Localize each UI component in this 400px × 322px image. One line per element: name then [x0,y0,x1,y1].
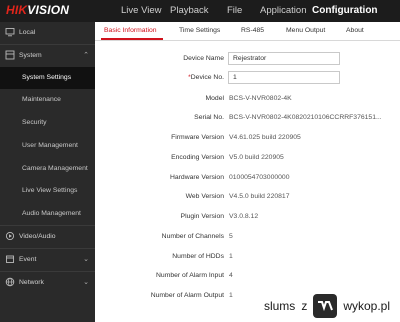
sidebar-subitem-maintenance[interactable]: Maintenance [0,89,95,111]
hikvision-logo: HIKVISION [6,3,69,17]
hardware-version-label: Hardware Version [169,174,224,181]
logo-white-part: VISION [27,3,70,17]
wykop-logo-icon [313,294,338,318]
device-no-input[interactable] [228,71,340,84]
number-of-alarm-output-label: Number of Alarm Output [150,292,224,299]
nav-playback[interactable]: Playback [170,5,209,16]
number-of-hdds-label: Number of HDDs [172,253,224,260]
number-of-channels-label: Number of Channels [161,233,224,240]
top-navigation-bar: HIKVISION Live View Playback File Applic… [0,0,400,22]
web-version-value: V4.5.0 build 220817 [229,193,290,200]
encoding-version-value: V5.0 build 220905 [229,154,284,161]
device-name-label: Device Name [183,55,224,62]
sidebar-subitem-label: Maintenance [22,96,61,103]
watermark-user: slums [263,299,296,313]
sidebar-subitem-security[interactable]: Security [0,112,95,134]
chevron-down-icon: ⌄ [83,256,89,263]
device-name-input[interactable] [228,52,340,65]
tab-rs-485[interactable]: RS-485 [241,27,264,34]
sidebar-item-label: Network [19,279,44,286]
device-no-label: Device No. [190,74,224,81]
tab-time-settings[interactable]: Time Settings [179,27,220,34]
model-label: Model [205,95,224,102]
plugin-version-label: Plugin Version [180,213,224,220]
nav-application[interactable]: Application [260,5,306,16]
sidebar-subitem-user-management[interactable]: User Management [0,135,95,157]
network-icon [5,277,15,287]
firmware-version-value: V4.61.025 build 220905 [229,134,301,141]
encoding-version-label: Encoding Version [171,154,224,161]
firmware-version-label: Firmware Version [171,134,224,141]
sidebar-subitem-label: Live View Settings [22,187,78,194]
video-audio-icon [5,231,15,241]
logo-red-part: HIK [6,3,28,17]
chevron-up-icon: ⌃ [83,52,89,59]
number-of-alarm-input-value: 4 [229,272,233,279]
number-of-channels-value: 5 [229,233,233,240]
wykop-watermark: slums z wykop.pl [264,294,390,318]
sidebar-item-label: Local [19,29,36,36]
sidebar-item-system[interactable]: System ⌃ [0,45,95,67]
sidebar-item-video-audio[interactable]: Video/Audio [0,226,95,248]
sidebar-subitem-label: Audio Management [22,210,81,217]
plugin-version-value: V3.0.8.12 [229,213,259,220]
sidebar-item-label: System [19,52,42,59]
nav-file[interactable]: File [227,5,242,16]
tab-menu-output[interactable]: Menu Output [286,27,325,34]
monitor-icon [5,28,15,37]
sidebar-item-event[interactable]: Event ⌄ [0,249,95,271]
serial-no-value: BCS-V-NVR0802-4K0820210106CCRRF376151... [229,114,382,121]
sidebar-subitem-live-view-settings[interactable]: Live View Settings [0,180,95,202]
nav-configuration[interactable]: Configuration [312,5,378,16]
sidebar-item-label: Event [19,256,37,263]
hardware-version-value: 0100054703000000 [229,174,290,181]
number-of-hdds-value: 1 [229,253,233,260]
sidebar-subitem-label: User Management [22,142,78,149]
active-tab-indicator [101,38,163,40]
sidebar-item-label: Video/Audio [19,233,56,240]
event-icon [6,255,14,263]
sidebar-item-local[interactable]: Local [0,22,95,44]
sidebar-subitem-system-settings[interactable]: System Settings [0,67,95,89]
serial-no-label: Serial No. [194,114,224,121]
device-no-label-row: *Device No. [94,74,224,81]
sidebar-subitem-audio-management[interactable]: Audio Management [0,203,95,225]
number-of-alarm-output-value: 1 [229,292,233,299]
system-icon [5,50,15,60]
sidebar-subitem-camera-management[interactable]: Camera Management [0,158,95,180]
tab-about[interactable]: About [346,27,364,34]
sidebar-subitem-label: System Settings [22,74,72,81]
sidebar-subitem-label: Security [22,119,47,126]
watermark-separator: z [301,299,308,313]
model-value: BCS-V-NVR0802-4K [229,95,292,102]
sidebar-item-network[interactable]: Network ⌄ [0,272,95,294]
web-version-label: Web Version [185,193,224,200]
tab-basic-information[interactable]: Basic Information [104,27,157,34]
watermark-site: wykop.pl [343,299,390,313]
sidebar: Local System ⌃ System Settings Maintenan… [0,22,95,322]
sidebar-subitem-label: Camera Management [22,165,88,172]
number-of-alarm-input-label: Number of Alarm Input [156,272,224,279]
chevron-down-icon: ⌄ [83,279,89,286]
nav-live-view[interactable]: Live View [121,5,162,16]
